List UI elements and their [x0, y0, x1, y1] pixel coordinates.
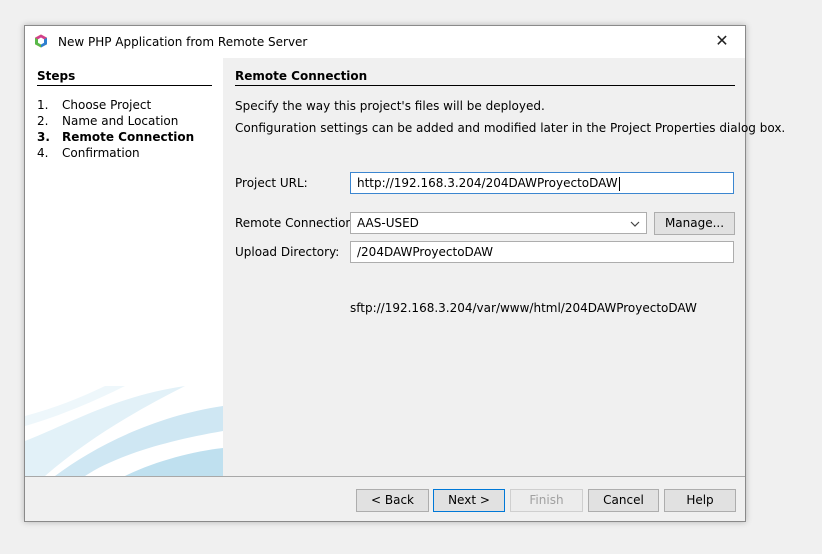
step-label: Name and Location: [62, 114, 179, 128]
decorative-swoosh-graphic: [25, 386, 223, 476]
steps-title: Steps: [37, 69, 76, 83]
remote-connection-label: Remote Connection:: [235, 216, 358, 230]
remote-connection-value: AAS-USED: [357, 216, 419, 230]
window-title: New PHP Application from Remote Server: [58, 35, 308, 49]
step-name-and-location: 2. Name and Location: [37, 114, 178, 128]
upload-directory-input[interactable]: /204DAWProyectoDAW: [350, 241, 734, 263]
resolved-remote-path: sftp://192.168.3.204/var/www/html/204DAW…: [350, 301, 697, 315]
netbeans-cube-icon: [34, 34, 48, 48]
section-divider: [235, 85, 735, 86]
step-confirmation: 4. Confirmation: [37, 146, 140, 160]
step-number: 1.: [37, 98, 49, 112]
upload-directory-label: Upload Directory:: [235, 245, 340, 259]
description-line-1: Specify the way this project's files wil…: [235, 99, 545, 113]
content-panel: Remote Connection Specify the way this p…: [223, 58, 785, 476]
upload-directory-value: /204DAWProyectoDAW: [357, 245, 494, 259]
title-bar[interactable]: New PHP Application from Remote Server ✕: [25, 26, 745, 58]
close-icon[interactable]: ✕: [699, 26, 745, 58]
finish-button[interactable]: Finish: [510, 489, 583, 512]
next-button[interactable]: Next >: [433, 489, 505, 512]
footer-separator: [25, 476, 745, 477]
manage-button[interactable]: Manage...: [654, 212, 735, 235]
back-button[interactable]: < Back: [356, 489, 429, 512]
step-remote-connection: 3. Remote Connection: [37, 130, 194, 144]
help-button[interactable]: Help: [664, 489, 736, 512]
project-url-value: http://192.168.3.204/204DAWProyectoDAW: [357, 176, 618, 190]
step-label: Choose Project: [62, 98, 152, 112]
chevron-down-icon[interactable]: [630, 217, 640, 237]
steps-panel: Steps 1. Choose Project 2. Name and Locati…: [25, 58, 223, 476]
steps-divider: [37, 85, 212, 86]
remote-connection-combobox[interactable]: AAS-USED: [350, 212, 647, 234]
step-number: 3.: [37, 130, 50, 144]
description-line-2: Configuration settings can be added and …: [235, 121, 786, 135]
section-title: Remote Connection: [235, 69, 368, 83]
text-caret: [618, 176, 620, 191]
project-url-label: Project URL:: [235, 176, 308, 190]
step-label: Confirmation: [62, 146, 140, 160]
step-number: 4.: [37, 146, 49, 160]
step-label: Remote Connection: [62, 130, 195, 144]
step-choose-project: 1. Choose Project: [37, 98, 151, 112]
project-url-input[interactable]: http://192.168.3.204/204DAWProyectoDAW: [350, 172, 734, 194]
dialog-window: New PHP Application from Remote Server ✕…: [24, 25, 785, 522]
cancel-button[interactable]: Cancel: [588, 489, 659, 512]
step-number: 2.: [37, 114, 49, 128]
